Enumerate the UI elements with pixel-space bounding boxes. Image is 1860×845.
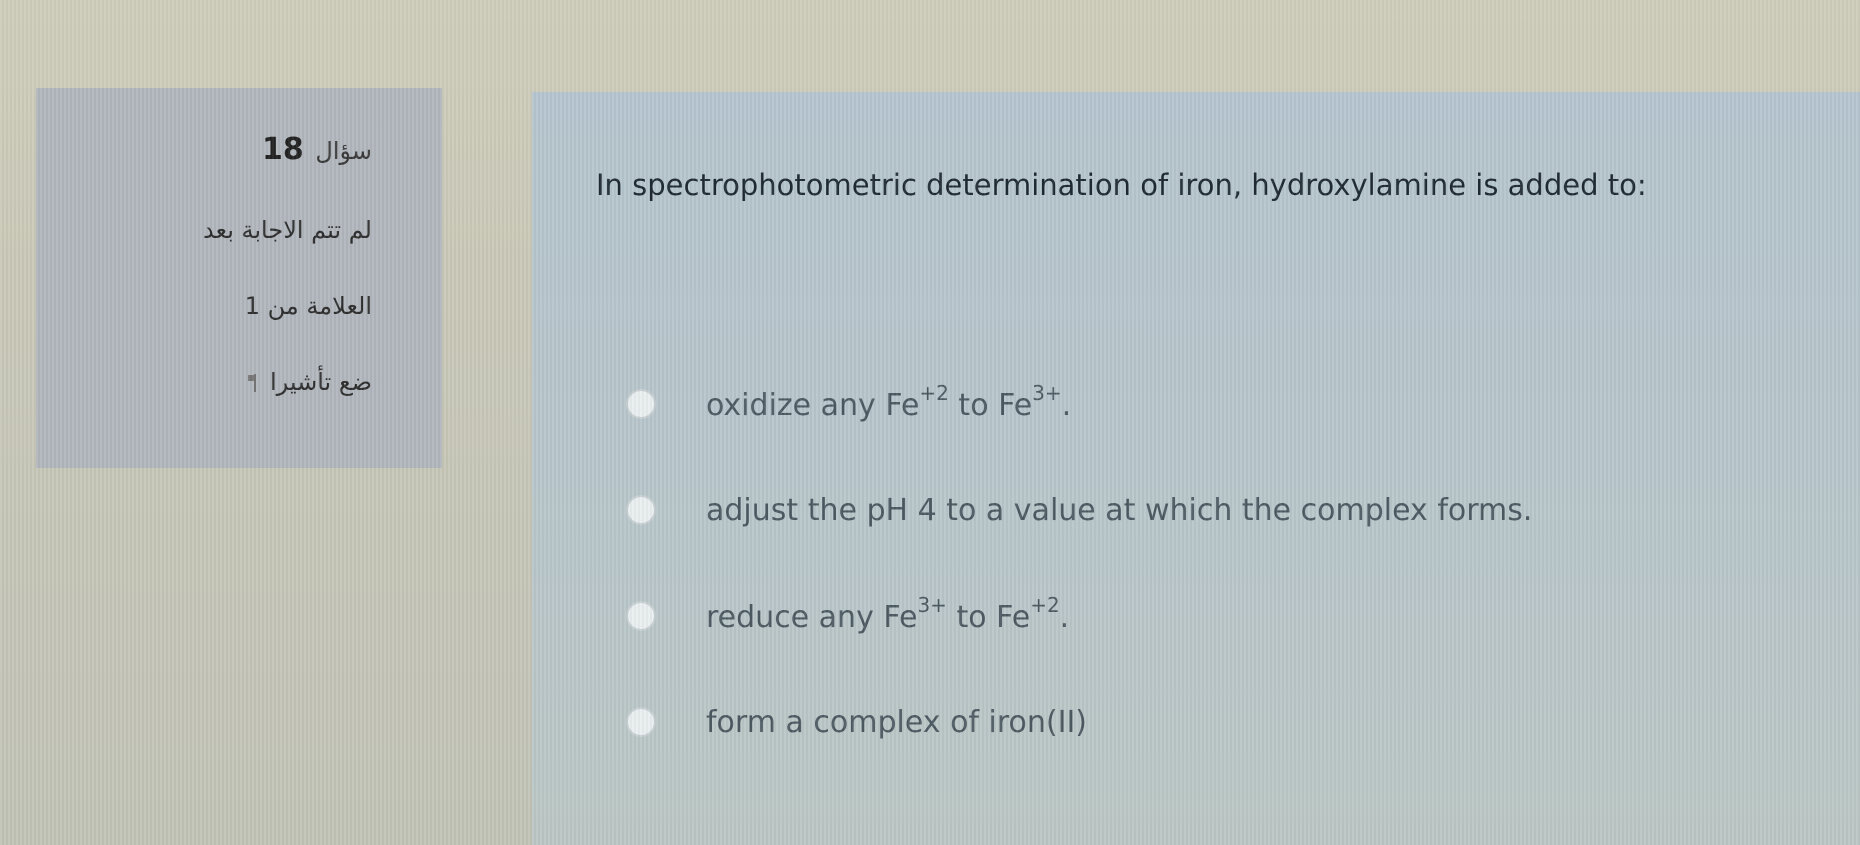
- flag-label: ضع تأشيرا: [269, 368, 372, 396]
- option-label: adjust the pH 4 to a value at which the …: [706, 492, 1533, 528]
- flag-question-link[interactable]: ضع تأشيرا: [56, 364, 372, 400]
- question-number-row: سؤال 18: [56, 128, 372, 172]
- option-label: oxidize any Fe+2 to Fe3+.: [706, 381, 1072, 423]
- flag-icon: [248, 374, 262, 392]
- question-info-panel: سؤال 18 لم تتم الاجابة بعد العلامة من 1 …: [36, 88, 442, 468]
- option-label: form a complex of iron(II): [706, 704, 1088, 740]
- answer-option-2[interactable]: adjust the pH 4 to a value at which the …: [626, 490, 1532, 530]
- answer-option-3[interactable]: reduce any Fe3+ to Fe+2.: [626, 593, 1070, 636]
- question-label: سؤال: [315, 137, 372, 165]
- question-text: In spectrophotometric determination of i…: [596, 168, 1647, 202]
- question-panel: In spectrophotometric determination of i…: [532, 92, 1860, 845]
- question-number: 18: [261, 132, 304, 167]
- radio-button[interactable]: [626, 601, 656, 631]
- screen: سؤال 18 لم تتم الاجابة بعد العلامة من 1 …: [0, 0, 1860, 845]
- answer-option-4[interactable]: form a complex of iron(II): [626, 702, 1087, 742]
- option-label: reduce any Fe3+ to Fe+2.: [706, 593, 1070, 635]
- radio-button[interactable]: [626, 707, 656, 737]
- radio-button[interactable]: [626, 389, 656, 419]
- answer-option-1[interactable]: oxidize any Fe+2 to Fe3+.: [626, 381, 1072, 424]
- question-mark: العلامة من 1: [244, 292, 372, 320]
- radio-button[interactable]: [626, 495, 656, 525]
- answer-status: لم تتم الاجابة بعد: [203, 216, 372, 244]
